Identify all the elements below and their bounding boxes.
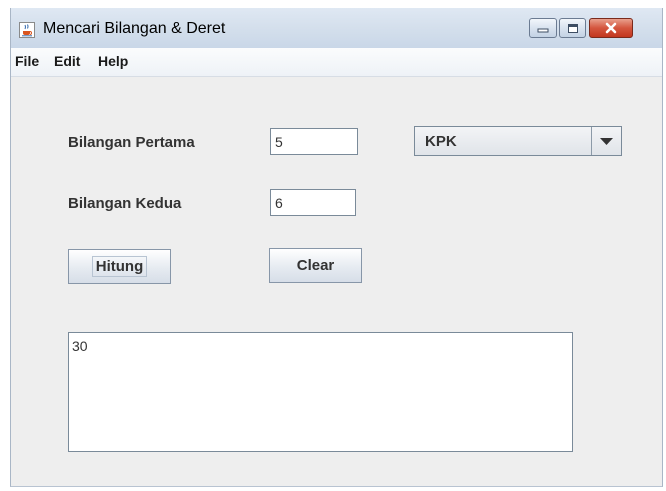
caret-down-icon	[600, 138, 613, 145]
operation-selected-value: KPK	[425, 133, 457, 150]
menu-help[interactable]: Help	[98, 53, 128, 69]
first-number-label: Bilangan Pertama	[68, 134, 195, 151]
hitung-button-label: Hitung	[91, 256, 148, 277]
menu-bar: File Edit Help	[11, 48, 662, 77]
app-window: Mencari Bilangan & Deret File Edit Help …	[10, 8, 663, 487]
clear-button[interactable]: Clear	[269, 248, 362, 283]
maximize-icon	[567, 23, 578, 33]
maximize-button[interactable]	[559, 18, 586, 38]
window-title: Mencari Bilangan & Deret	[43, 20, 226, 37]
java-coffee-cup-icon	[19, 22, 35, 38]
operation-select[interactable]: KPK	[414, 126, 622, 156]
hitung-button[interactable]: Hitung	[68, 249, 171, 284]
minimize-button[interactable]	[529, 18, 557, 38]
second-number-label: Bilangan Kedua	[68, 195, 182, 212]
dropdown-arrow-button[interactable]	[592, 127, 621, 155]
result-textarea[interactable]: 30	[68, 332, 573, 452]
menu-edit[interactable]: Edit	[54, 53, 80, 69]
clear-button-label: Clear	[296, 257, 335, 274]
close-button[interactable]	[589, 18, 633, 38]
minimize-icon	[537, 28, 549, 33]
title-bar[interactable]: Mencari Bilangan & Deret	[11, 8, 662, 48]
second-number-input[interactable]	[270, 189, 356, 216]
close-icon	[605, 22, 617, 34]
first-number-input[interactable]	[270, 128, 358, 155]
menu-file[interactable]: File	[15, 53, 39, 69]
